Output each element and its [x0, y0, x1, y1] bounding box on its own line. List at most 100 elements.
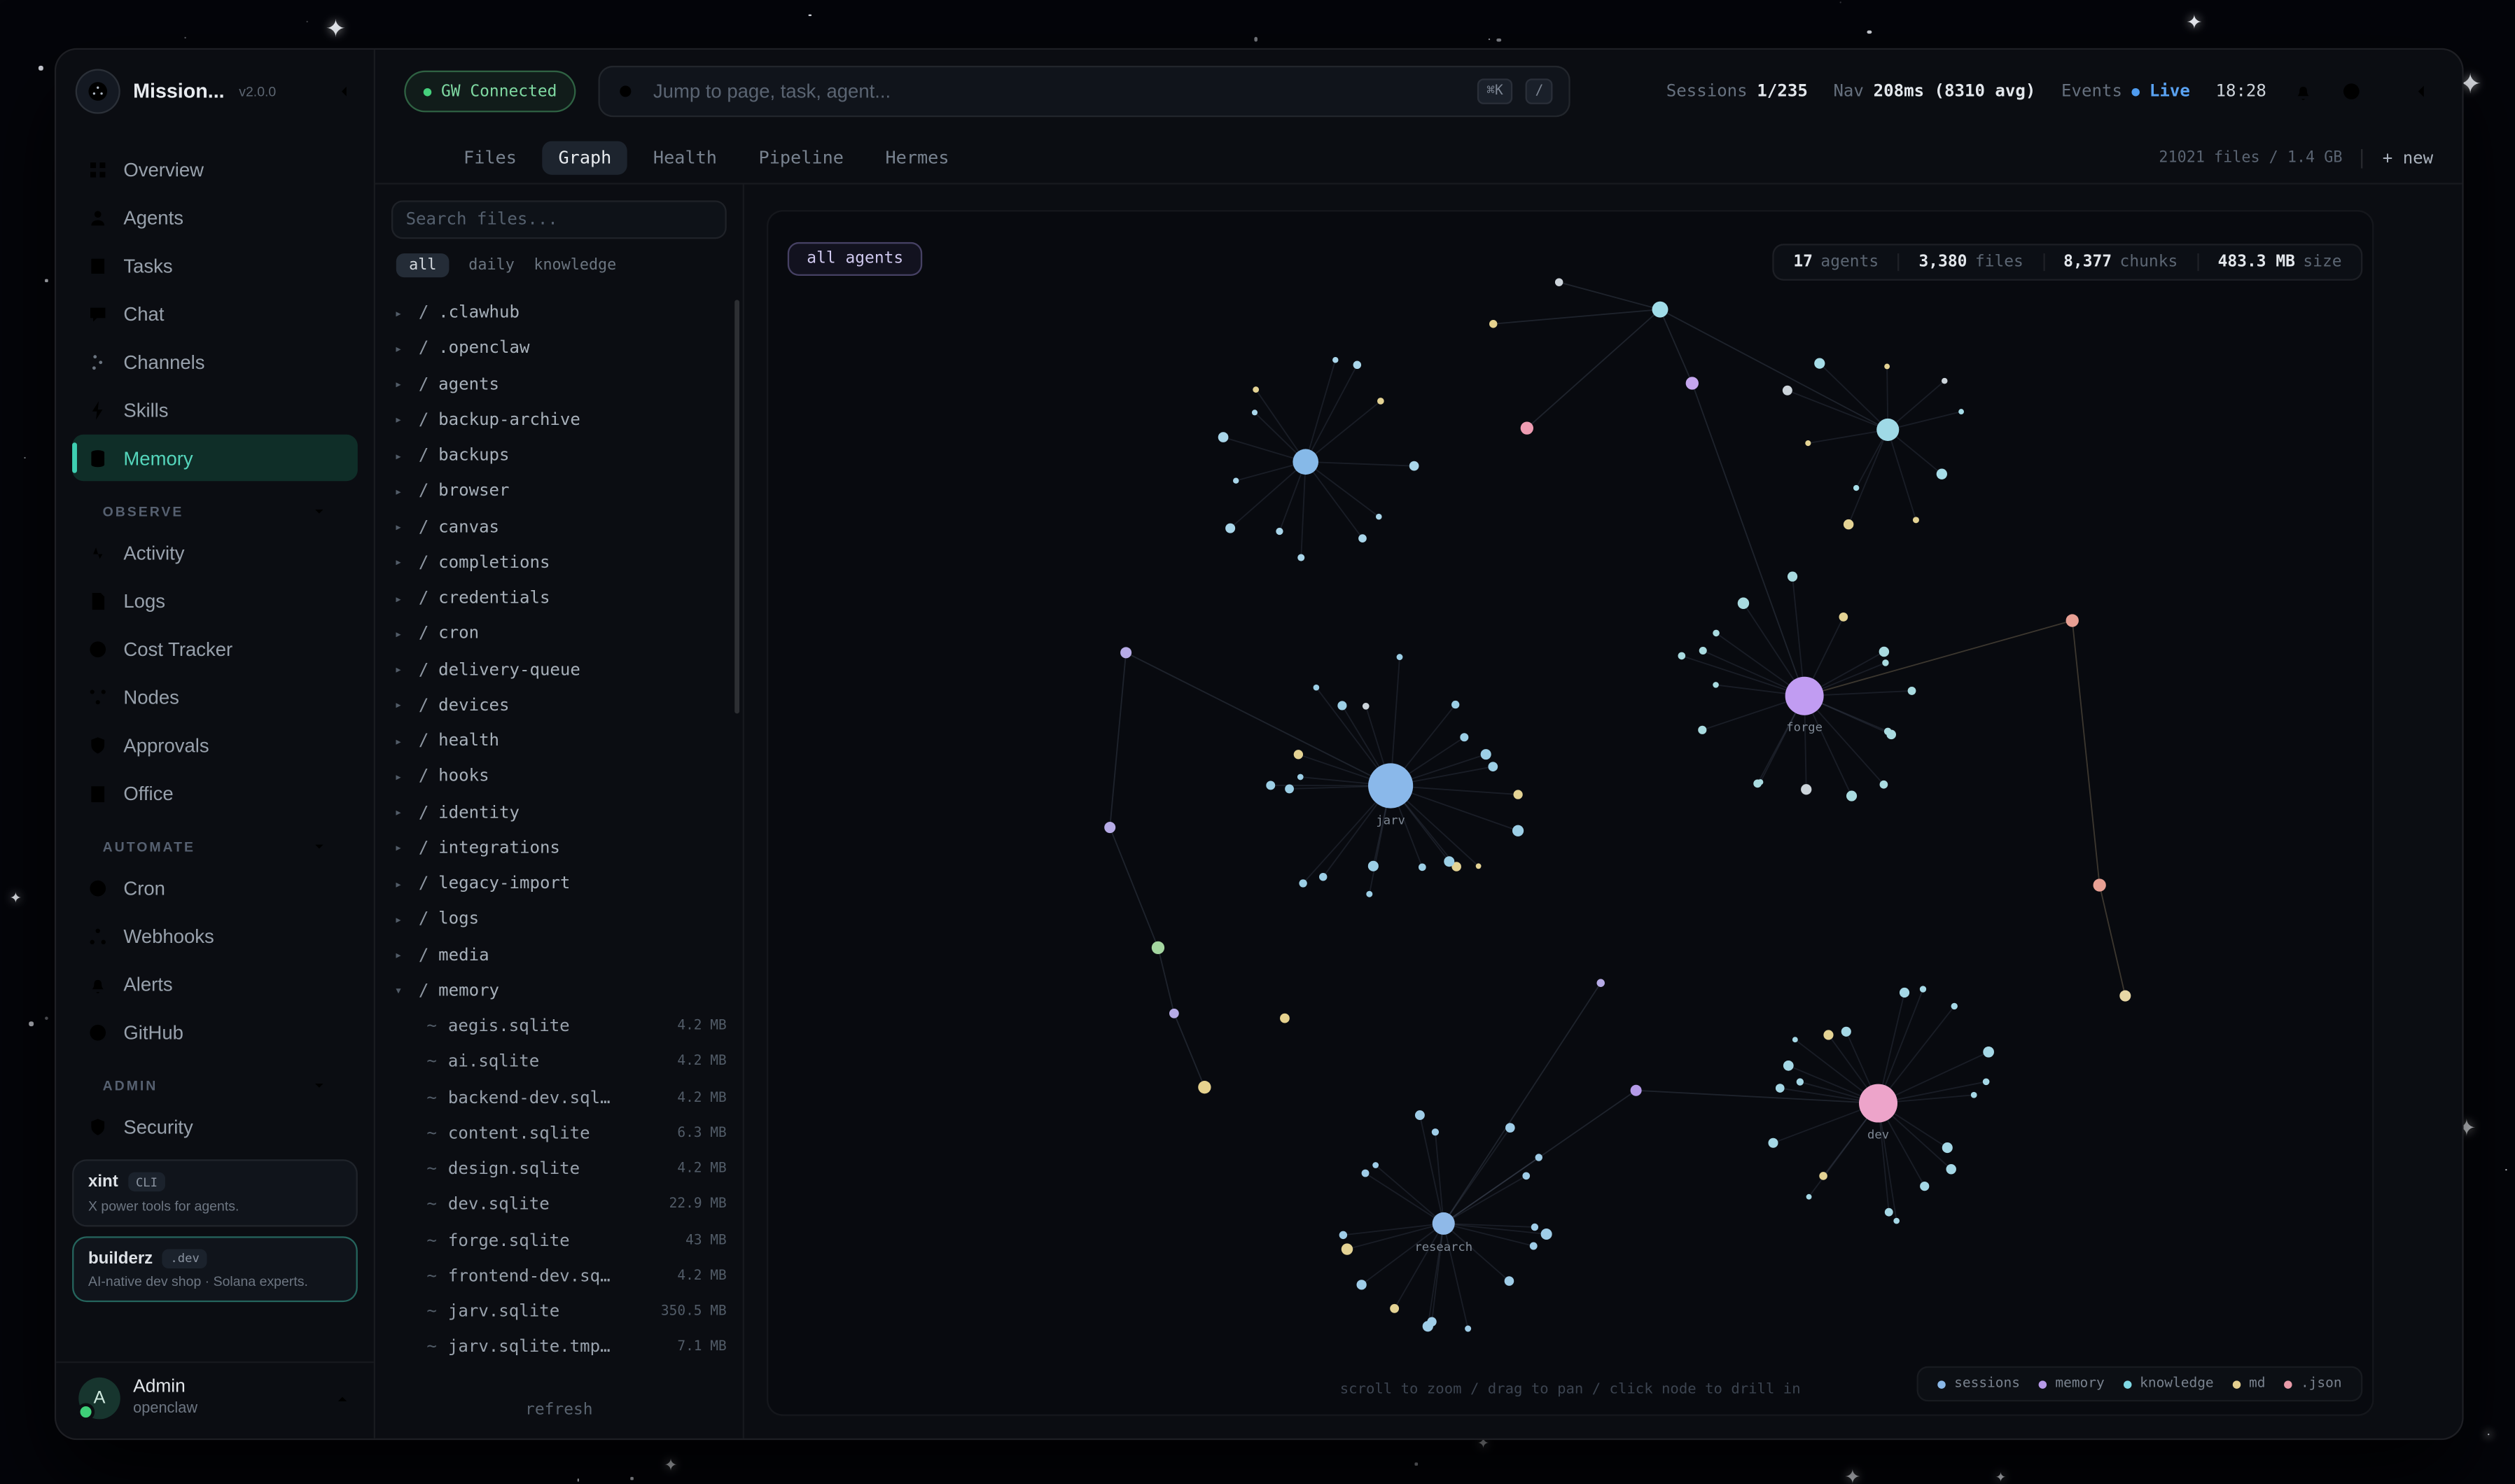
sidebar-item-memory[interactable]: Memory — [72, 435, 358, 481]
tree-file-aegis-sqlite[interactable]: ~aegis.sqlite4.2 MB — [391, 1009, 727, 1044]
tree-folder--clawhub[interactable]: ▸/.clawhub — [391, 295, 727, 331]
graph-stat-files: 3,380files — [1898, 253, 2043, 271]
layout-toggle-button[interactable] — [404, 148, 425, 169]
sidebar-item-office[interactable]: Office — [72, 770, 358, 816]
chevron-down-icon[interactable] — [311, 1077, 327, 1093]
avatar: A — [78, 1378, 120, 1420]
new-button[interactable]: + new — [2383, 148, 2433, 167]
file-name: content.sqlite — [448, 1124, 660, 1143]
tree-folder-completions[interactable]: ▸/completions — [391, 545, 727, 580]
sidebar-item-skills[interactable]: Skills — [72, 386, 358, 433]
tree-file-jarv-sqlite[interactable]: ~jarv.sqlite350.5 MB — [391, 1294, 727, 1330]
tree-file-forge-sqlite[interactable]: ~forge.sqlite43 MB — [391, 1223, 727, 1259]
file-search-input[interactable] — [391, 200, 727, 239]
promo-card-xint[interactable]: xintCLIX power tools for agents. — [72, 1159, 358, 1226]
folder-prefix: / — [419, 482, 429, 500]
tab-hermes[interactable]: Hermes — [870, 141, 966, 175]
tree-folder-canvas[interactable]: ▸/canvas — [391, 509, 727, 545]
tree-folder-delivery-queue[interactable]: ▸/delivery-queue — [391, 652, 727, 687]
tree-file-frontend-dev-sq-[interactable]: ~frontend-dev.sq…4.2 MB — [391, 1259, 727, 1294]
sparkle-star-icon: ✦ — [1995, 1472, 2006, 1484]
tree-folder-credentials[interactable]: ▸/credentials — [391, 580, 727, 616]
scrollbar[interactable] — [734, 300, 739, 713]
svg-text:forge: forge — [1786, 721, 1823, 735]
folder-prefix: / — [419, 696, 429, 715]
sidebar-item-chat[interactable]: Chat — [72, 290, 358, 337]
sidebar-item-channels[interactable]: Channels — [72, 338, 358, 384]
tree-folder--openclaw[interactable]: ▸/.openclaw — [391, 330, 727, 366]
sidebar-collapse-button[interactable] — [335, 82, 354, 101]
tree-folder-backups[interactable]: ▸/backups — [391, 438, 727, 473]
tree-file-content-sqlite[interactable]: ~content.sqlite6.3 MB — [391, 1116, 727, 1152]
chip-all[interactable]: all — [396, 253, 450, 277]
tree-folder-memory[interactable]: ▾/memory — [391, 973, 727, 1009]
sidebar-item-label: Memory — [123, 447, 193, 469]
tree-folder-logs[interactable]: ▸/logs — [391, 902, 727, 937]
promo-card-builderz[interactable]: builderz.devAI-native dev shop · Solana … — [72, 1236, 358, 1302]
legend-label: .json — [2301, 1376, 2342, 1392]
user-menu-chevron[interactable] — [333, 1390, 351, 1407]
tab-pipeline[interactable]: Pipeline — [743, 141, 860, 175]
sidebar-item-cost-tracker[interactable]: Cost Tracker — [72, 625, 358, 671]
sidebar-item-security[interactable]: Security — [72, 1103, 358, 1149]
chevron-down-icon[interactable] — [311, 839, 327, 855]
sidebar-item-webhooks[interactable]: Webhooks — [72, 912, 358, 958]
tree-folder-health[interactable]: ▸/health — [391, 723, 727, 759]
tasks-icon — [87, 254, 109, 276]
folder-name: identity — [438, 803, 520, 822]
sidebar-item-github[interactable]: GitHub — [72, 1009, 358, 1055]
skills-icon — [87, 398, 109, 421]
folder-prefix: / — [419, 517, 429, 536]
sidebar-item-nodes[interactable]: Nodes — [72, 673, 358, 720]
tree-folder-integrations[interactable]: ▸/integrations — [391, 830, 727, 866]
sidebar-item-tasks[interactable]: Tasks — [72, 242, 358, 288]
app-title: Mission... — [133, 80, 224, 103]
tree-file-backend-dev-sql-[interactable]: ~backend-dev.sql…4.2 MB — [391, 1080, 727, 1116]
sidebar-item-overview[interactable]: Overview — [72, 146, 358, 192]
tree-folder-browser[interactable]: ▸/browser — [391, 473, 727, 509]
tab-health[interactable]: Health — [637, 141, 733, 175]
tree-folder-hooks[interactable]: ▸/hooks — [391, 759, 727, 794]
tree-file-dev-sqlite[interactable]: ~dev.sqlite22.9 MB — [391, 1187, 727, 1223]
tree-file-jarv-sqlite-tmp-[interactable]: ~jarv.sqlite.tmp…7.1 MB — [391, 1330, 727, 1366]
tab-files[interactable]: Files — [447, 141, 533, 175]
tree-folder-backup-archive[interactable]: ▸/backup-archive — [391, 402, 727, 438]
caret-right-icon: ▸ — [395, 698, 410, 713]
global-search[interactable]: ⌘K / — [599, 66, 1570, 117]
refresh-button[interactable]: refresh — [391, 1390, 727, 1429]
tree-folder-devices[interactable]: ▸/devices — [391, 687, 727, 723]
feedback-button[interactable] — [2340, 80, 2362, 103]
sidebar-item-alerts[interactable]: Alerts — [72, 960, 358, 1007]
gateway-status-badge[interactable]: GW Connected — [404, 71, 576, 113]
sidebar-item-label: Activity — [123, 541, 184, 564]
tree-folder-identity[interactable]: ▸/identity — [391, 794, 727, 830]
chevron-down-icon[interactable] — [311, 503, 327, 519]
file-bullet: ~ — [426, 1053, 436, 1072]
graph-canvas[interactable]: jarvforgedevresearch all agents 17agents… — [767, 210, 2374, 1416]
promo-cards: xintCLIX power tools for agents. builderz… — [56, 1159, 374, 1302]
tree-file-ai-sqlite[interactable]: ~ai.sqlite4.2 MB — [391, 1044, 727, 1080]
sidebar-item-logs[interactable]: Logs — [72, 578, 358, 624]
notifications-button[interactable] — [2292, 80, 2315, 103]
topbar-stats: Sessions1/235 Nav208ms (8310 avg) Events… — [1666, 80, 2433, 103]
agents-filter-chip[interactable]: all agents — [788, 242, 923, 276]
graph-svg[interactable]: jarvforgedevresearch — [768, 211, 2372, 1414]
tree-folder-media[interactable]: ▸/media — [391, 937, 727, 973]
tree-folder-legacy-import[interactable]: ▸/legacy-import — [391, 866, 727, 902]
user-menu[interactable]: A Admin openclaw — [56, 1362, 374, 1422]
sidebar-item-label: Cron — [123, 876, 165, 899]
chip-knowledge[interactable]: knowledge — [534, 257, 616, 274]
chip-daily[interactable]: daily — [468, 257, 515, 274]
right-panel-collapse-button[interactable] — [2411, 80, 2433, 103]
sidebar-item-cron[interactable]: Cron — [72, 864, 358, 911]
sidebar-item-agents[interactable]: Agents — [72, 194, 358, 240]
file-name: ai.sqlite — [448, 1053, 660, 1072]
tree-file-design-sqlite[interactable]: ~design.sqlite4.2 MB — [391, 1152, 727, 1187]
tree-folder-cron[interactable]: ▸/cron — [391, 616, 727, 652]
tree-folder-agents[interactable]: ▸/agents — [391, 366, 727, 402]
tab-graph[interactable]: Graph — [543, 141, 628, 175]
sidebar-item-activity[interactable]: Activity — [72, 529, 358, 575]
search-input[interactable] — [650, 78, 1464, 104]
legend-item-md: md — [2233, 1376, 2265, 1392]
sidebar-item-approvals[interactable]: Approvals — [72, 722, 358, 768]
